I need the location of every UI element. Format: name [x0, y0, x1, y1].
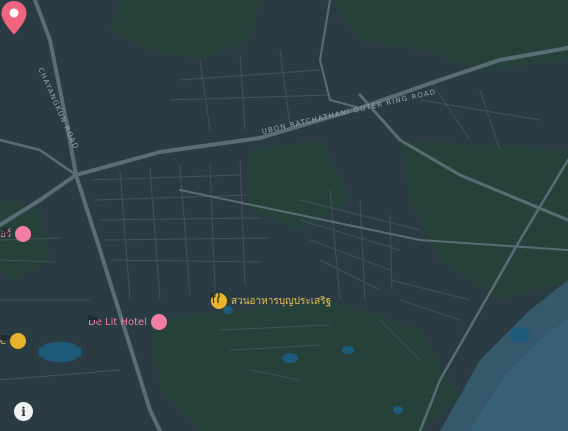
poi-restaurant[interactable]: สวนอาหารบุญประเสริฐ: [211, 293, 331, 309]
location-pin-icon[interactable]: [0, 0, 28, 36]
info-button[interactable]: i: [14, 402, 33, 421]
bed-icon: [88, 314, 167, 330]
map-view[interactable]: UBON RATCHATHANI OUTER RING ROAD CHAYANG…: [0, 0, 568, 431]
scissors-icon: [0, 226, 32, 242]
poi-cafe-partial[interactable]: e: [0, 333, 27, 349]
fork-knife-icon: [211, 293, 227, 309]
poi-hotel[interactable]: De Lit Hotel: [88, 314, 167, 330]
map-canvas: [0, 0, 568, 431]
poi-shop-partial[interactable]: อร์: [0, 226, 32, 242]
poi-restaurant-label: สวนอาหารบุญประเสริฐ: [231, 295, 332, 307]
coffee-cup-icon: [1, 333, 27, 349]
